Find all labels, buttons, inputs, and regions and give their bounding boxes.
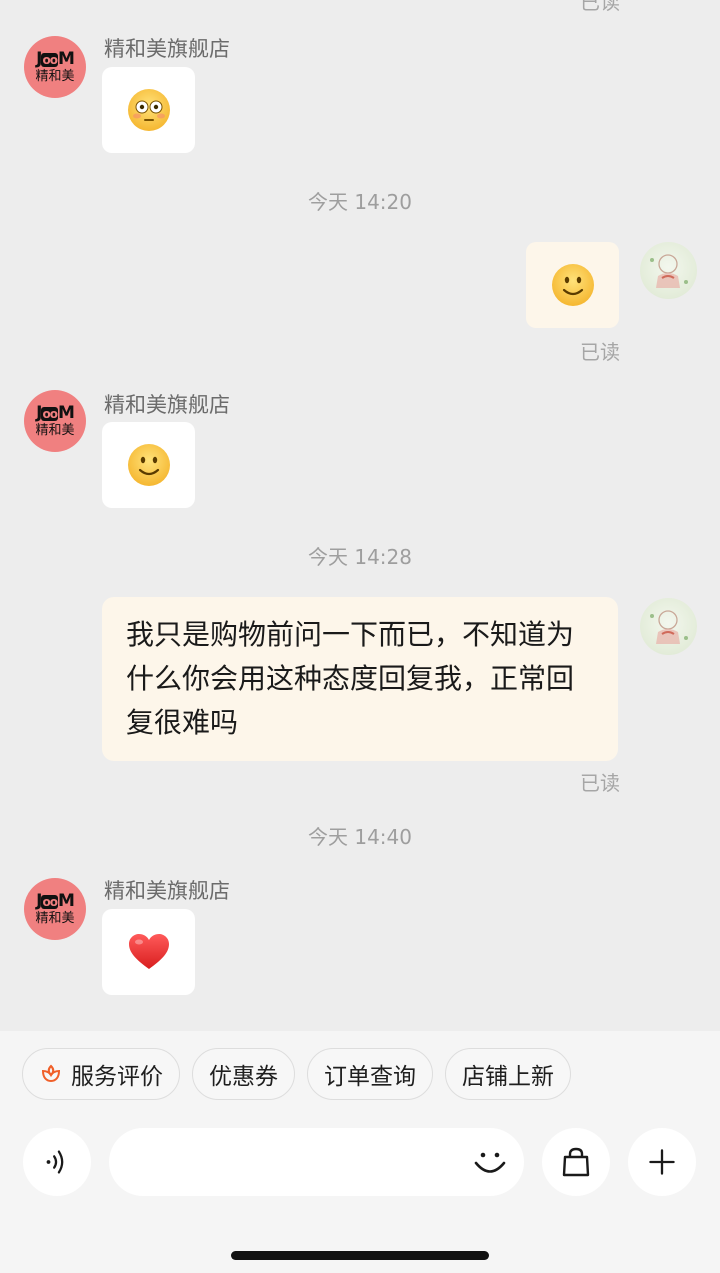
timestamp: 今天 14:28 — [308, 545, 412, 569]
shop-avatar[interactable]: JooM 精和美 — [24, 878, 86, 940]
slightly-smiling-face-icon — [127, 444, 170, 486]
quick-action-service-review[interactable]: 服务评价 — [22, 1048, 180, 1100]
shopping-bag-icon — [562, 1147, 590, 1177]
home-indicator — [231, 1251, 489, 1260]
chip-label: 服务评价 — [71, 1064, 163, 1090]
read-status: 已读 — [580, 340, 620, 364]
plus-icon — [649, 1149, 675, 1175]
read-status: 已读 — [580, 771, 620, 795]
shop-avatar[interactable]: JooM 精和美 — [24, 36, 86, 98]
more-button[interactable] — [628, 1128, 696, 1196]
chip-label: 订单查询 — [324, 1064, 416, 1090]
flushed-face-icon — [127, 89, 170, 131]
emoji-bubble[interactable] — [526, 242, 619, 328]
message-input[interactable] — [109, 1128, 524, 1196]
emoji-bubble[interactable] — [102, 422, 195, 508]
timestamp: 今天 14:20 — [308, 190, 412, 214]
quick-actions: 服务评价 优惠券 订单查询 店铺上新 — [22, 1048, 571, 1100]
shopping-bag-button[interactable] — [542, 1128, 610, 1196]
sender-name: 精和美旗舰店 — [104, 37, 230, 61]
quick-action-new-arrivals[interactable]: 店铺上新 — [445, 1048, 571, 1100]
read-status: 已读 — [580, 0, 620, 14]
user-avatar[interactable] — [640, 598, 697, 655]
quick-action-order-inquiry[interactable]: 订单查询 — [307, 1048, 433, 1100]
red-heart-icon — [128, 934, 169, 969]
chip-label: 优惠券 — [209, 1064, 278, 1090]
sender-name: 精和美旗舰店 — [104, 393, 230, 417]
sender-name: 精和美旗舰店 — [104, 879, 230, 903]
chip-label: 店铺上新 — [462, 1064, 554, 1090]
emoji-bubble[interactable] — [102, 909, 195, 995]
emoji-bubble[interactable] — [102, 67, 195, 153]
voice-icon — [46, 1150, 64, 1174]
user-avatar-illustration — [650, 610, 688, 644]
voice-button[interactable] — [23, 1128, 91, 1196]
shop-avatar[interactable]: JooM 精和美 — [24, 390, 86, 452]
bottom-toolbar: 服务评价 优惠券 订单查询 店铺上新 — [0, 1031, 720, 1273]
slightly-smiling-face-icon — [551, 264, 594, 306]
user-avatar-illustration — [650, 254, 688, 288]
quick-action-coupons[interactable]: 优惠券 — [192, 1048, 295, 1100]
emoji-icon[interactable] — [470, 1142, 510, 1182]
user-avatar[interactable] — [640, 242, 697, 299]
timestamp: 今天 14:40 — [308, 825, 412, 849]
text-bubble[interactable]: 我只是购物前问一下而已，不知道为什么你会用这种态度回复我，正常回复很难吗 — [102, 597, 618, 761]
flower-icon — [41, 1064, 61, 1083]
